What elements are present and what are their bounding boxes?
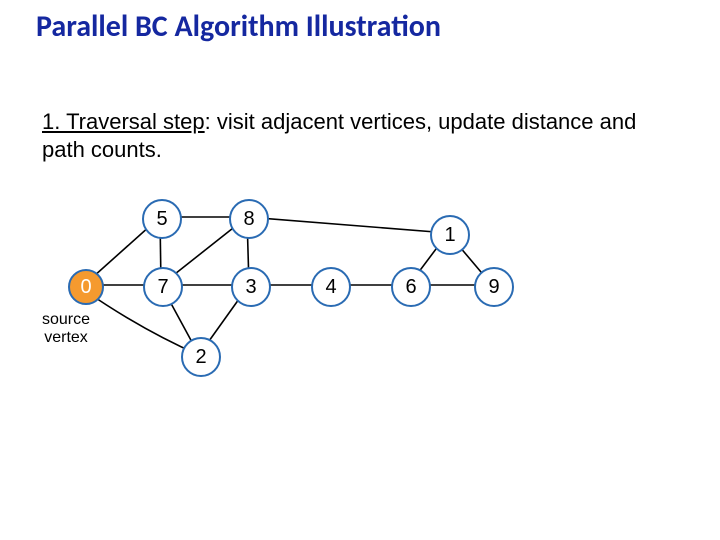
page-title: Parallel BC Algorithm Illustration xyxy=(36,8,441,45)
node-0-source: 0 xyxy=(68,269,104,305)
node-1: 1 xyxy=(430,215,470,255)
node-8: 8 xyxy=(229,199,269,239)
node-5: 5 xyxy=(142,199,182,239)
step-description: 1. Traversal step: visit adjacent vertic… xyxy=(42,108,672,163)
node-7: 7 xyxy=(143,267,183,307)
step-label: 1. Traversal step xyxy=(42,109,205,134)
node-6: 6 xyxy=(391,267,431,307)
graph-diagram: 0 5 7 2 8 3 4 6 1 9 source vertex xyxy=(42,175,602,435)
node-2: 2 xyxy=(181,337,221,377)
node-9: 9 xyxy=(474,267,514,307)
source-vertex-label: source vertex xyxy=(42,311,90,346)
node-3: 3 xyxy=(231,267,271,307)
source-label-line1: source xyxy=(42,311,90,328)
source-label-line2: vertex xyxy=(44,329,88,346)
node-4: 4 xyxy=(311,267,351,307)
